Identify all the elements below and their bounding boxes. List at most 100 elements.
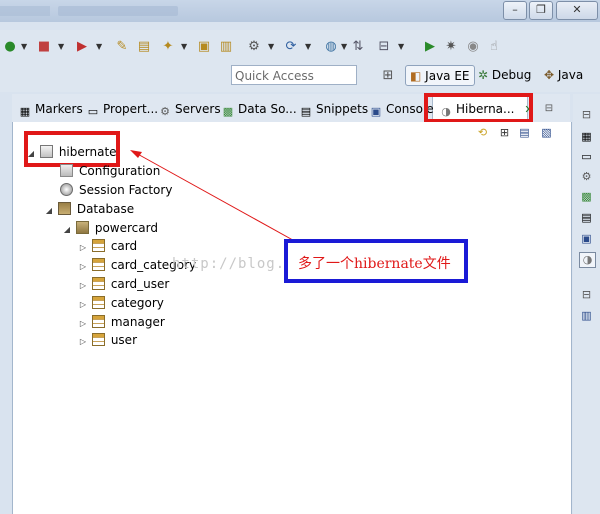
- tree-node-table[interactable]: ▷ user: [78, 331, 137, 349]
- open-type-icon[interactable]: ▥: [218, 39, 234, 55]
- wand-icon[interactable]: ✦: [160, 39, 176, 55]
- tree-label: user: [110, 333, 138, 347]
- properties-icon: ▭: [87, 105, 99, 118]
- expanded-arrow-icon[interactable]: ◢: [62, 221, 72, 239]
- collapsed-arrow-icon[interactable]: ▷: [78, 239, 88, 257]
- tree-node-table[interactable]: ▷ manager: [78, 313, 165, 331]
- console-icon: ▣: [370, 105, 382, 118]
- bug-icon: ✲: [478, 68, 489, 82]
- open-perspective-icon[interactable]: ⊞: [380, 68, 396, 84]
- refresh-icon[interactable]: ⟲: [476, 126, 489, 139]
- chevron-down-icon[interactable]: ▼: [398, 42, 404, 51]
- servers-icon: ⚙: [160, 105, 170, 118]
- properties-icon[interactable]: ▭: [579, 150, 594, 164]
- add-configuration-icon[interactable]: ⊞: [498, 126, 511, 139]
- tab-label: Propert...: [103, 102, 159, 116]
- close-button[interactable]: ✕: [556, 1, 598, 20]
- tree-label: Session Factory: [79, 183, 173, 197]
- tab-markers[interactable]: ▦ Markers: [18, 99, 83, 119]
- publish-icon[interactable]: ⟳: [283, 39, 299, 55]
- collapsed-arrow-icon[interactable]: ▷: [78, 333, 88, 351]
- markers-icon[interactable]: ▦: [579, 130, 594, 144]
- perspective-java-ee[interactable]: ◧ Java EE: [405, 65, 475, 86]
- settings-icon[interactable]: ⚙: [246, 39, 262, 55]
- servers-icon[interactable]: ⚙: [579, 170, 594, 184]
- tree-node-database[interactable]: ◢ Database: [44, 200, 134, 218]
- snippets-icon[interactable]: ▤: [579, 211, 594, 225]
- criteria-editor-icon[interactable]: ▧: [540, 126, 553, 139]
- hand-icon[interactable]: ☝: [486, 39, 502, 55]
- new-project-icon[interactable]: ✎: [114, 39, 130, 55]
- collapsed-arrow-icon[interactable]: ▷: [78, 296, 88, 314]
- data-source-icon: ▩: [222, 105, 234, 118]
- tree-node-session-factory[interactable]: Session Factory: [60, 181, 172, 199]
- main-toolbar: [0, 30, 600, 66]
- snippets-icon: ▤: [300, 105, 312, 118]
- pin-icon[interactable]: ⊟: [376, 39, 392, 55]
- perspective-label: Debug: [491, 68, 532, 82]
- tab-servers[interactable]: ⚙ Servers: [158, 99, 221, 119]
- table-icon: [91, 239, 105, 252]
- quick-access-input[interactable]: Quick Access: [231, 65, 357, 85]
- perspective-label: Java EE: [425, 69, 470, 83]
- data-source-icon[interactable]: ▩: [579, 190, 594, 204]
- run-icon[interactable]: ▶: [422, 39, 438, 55]
- tab-label: Markers: [35, 102, 83, 116]
- annotation-callout: 多了一个hibernate文件: [284, 239, 468, 283]
- tab-snippets[interactable]: ▤ Snippets: [299, 99, 368, 119]
- table-icon: [91, 333, 105, 346]
- tree-node-table[interactable]: ▷ card: [78, 237, 137, 255]
- chevron-down-icon[interactable]: ▼: [58, 42, 64, 51]
- globe-icon[interactable]: ◍: [323, 39, 339, 55]
- hibernate-icon[interactable]: ◑: [579, 252, 596, 268]
- stop-circle-icon[interactable]: ◉: [465, 39, 481, 55]
- tree-node-table[interactable]: ▷ category: [78, 294, 164, 312]
- chevron-down-icon[interactable]: ▼: [341, 42, 347, 51]
- chevron-down-icon[interactable]: ▼: [305, 42, 311, 51]
- schema-icon: [75, 221, 89, 234]
- collapsed-arrow-icon[interactable]: ▷: [78, 258, 88, 276]
- perspective-label: Java: [557, 68, 584, 82]
- perspective-debug[interactable]: ✲ Debug: [478, 65, 531, 86]
- table-icon: [91, 315, 105, 328]
- tree-node-configuration[interactable]: Configuration: [60, 162, 160, 180]
- expanded-arrow-icon[interactable]: ◢: [44, 202, 54, 220]
- debug-run-icon[interactable]: ●: [2, 39, 18, 55]
- run-hql-icon[interactable]: ▤: [518, 126, 531, 139]
- package-icon[interactable]: ▣: [196, 39, 212, 55]
- session-factory-icon: [60, 183, 73, 196]
- tree-node-table[interactable]: ▷ card_user: [78, 275, 169, 293]
- title-text-blurred: [0, 6, 50, 16]
- chevron-down-icon[interactable]: ▼: [21, 42, 27, 51]
- restore-button[interactable]: ❐: [529, 1, 553, 20]
- tree-node-powercard[interactable]: ◢ powercard: [62, 219, 158, 237]
- run-server-icon[interactable]: ▶: [74, 39, 90, 55]
- outline-icon[interactable]: ▥: [579, 309, 594, 323]
- table-icon: [91, 277, 105, 290]
- tree-label: Configuration: [79, 164, 161, 178]
- annotation-box-tab: [424, 93, 533, 123]
- restore-view-icon[interactable]: ⊟: [579, 288, 594, 302]
- tab-properties[interactable]: ▭ Propert...: [86, 99, 158, 119]
- title-text-blurred-2: [58, 6, 178, 16]
- open-folder-icon[interactable]: ▤: [136, 39, 152, 55]
- tree-label: manager: [110, 315, 165, 329]
- tab-data-source[interactable]: ▩ Data So...: [221, 99, 297, 119]
- console-icon[interactable]: ▣: [579, 232, 594, 246]
- chevron-down-icon[interactable]: ▼: [181, 42, 187, 51]
- minimize-button[interactable]: –: [503, 1, 527, 20]
- tab-label: Servers: [175, 102, 221, 116]
- spark-icon[interactable]: ✷: [443, 39, 459, 55]
- restore-view-icon[interactable]: ⊟: [579, 108, 594, 122]
- tab-label: Data So...: [238, 102, 297, 116]
- hierarchy-icon[interactable]: ⇅: [350, 39, 366, 55]
- maximize-view-icon[interactable]: ⊟: [541, 101, 557, 117]
- perspective-java[interactable]: ✥ Java: [544, 65, 583, 86]
- collapsed-arrow-icon[interactable]: ▷: [78, 277, 88, 295]
- tree-label: category: [110, 296, 164, 310]
- chevron-down-icon[interactable]: ▼: [96, 42, 102, 51]
- title-bar: – ❐ ✕: [0, 0, 600, 22]
- stop-icon[interactable]: ■: [36, 39, 52, 55]
- chevron-down-icon[interactable]: ▼: [268, 42, 274, 51]
- tree-label: card_user: [110, 277, 170, 291]
